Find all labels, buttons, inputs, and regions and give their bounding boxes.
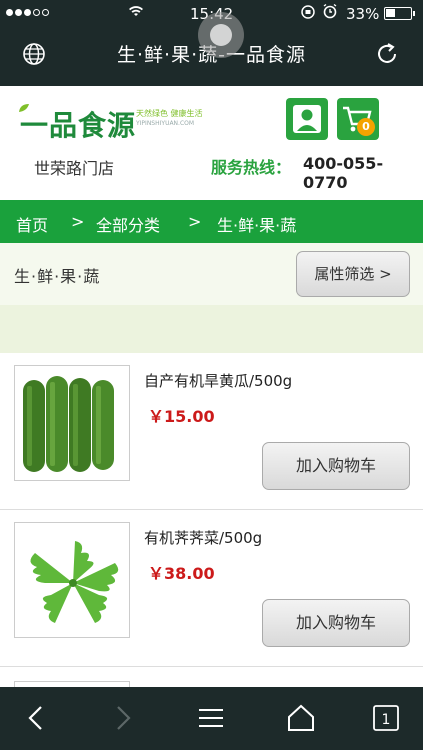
- back-icon[interactable]: [20, 701, 54, 735]
- menu-icon[interactable]: [194, 701, 228, 735]
- rotation-lock-icon: [300, 4, 316, 24]
- product-name[interactable]: 自产有机旱黄瓜/500g: [144, 370, 292, 391]
- product-name[interactable]: 有机荠荠菜/500g: [144, 527, 262, 548]
- signal-dots-icon: [6, 9, 49, 16]
- user-button[interactable]: [286, 98, 328, 140]
- add-to-cart-button[interactable]: 加入购物车: [262, 599, 410, 647]
- breadcrumb-separator: >: [188, 212, 202, 231]
- product-item-partial: [0, 667, 423, 687]
- logo-slogan: 天然绿色 健康生活: [136, 109, 203, 118]
- add-to-cart-button[interactable]: 加入购物车: [262, 442, 410, 490]
- tabs-icon[interactable]: 1: [369, 701, 403, 735]
- breadcrumb-separator: >: [71, 212, 85, 231]
- category-label: 生·鲜·果·蔬: [14, 267, 101, 286]
- product-image-cucumber[interactable]: [14, 365, 130, 481]
- logo[interactable]: 一品食源 天然绿色 健康生活 YIPINSHIYUAN.COM: [18, 98, 218, 142]
- product-item[interactable]: 自产有机旱黄瓜/500g ￥15.00 加入购物车: [0, 353, 423, 510]
- breadcrumb: 首页 > 全部分类 > 生·鲜·果·蔬: [0, 200, 423, 243]
- refresh-icon[interactable]: [374, 41, 400, 67]
- svg-text:1: 1: [382, 712, 391, 728]
- hotline-label: 服务热线：: [211, 158, 292, 177]
- breadcrumb-home[interactable]: 首页: [16, 212, 48, 236]
- store-name: 世荣路门店: [34, 159, 115, 178]
- forward-icon[interactable]: [105, 701, 139, 735]
- breadcrumb-current[interactable]: 生·鲜·果·蔬: [217, 212, 296, 236]
- logo-text: 一品食源: [20, 109, 137, 142]
- battery-percent: 33%: [346, 5, 380, 23]
- attribute-filter-button[interactable]: 属性筛选 >: [296, 251, 410, 297]
- product-price: ￥15.00: [148, 407, 215, 426]
- hotline-number[interactable]: 400-055-0770: [303, 154, 423, 192]
- cart-count-badge: 0: [357, 118, 375, 136]
- alarm-icon: [322, 3, 338, 23]
- browser-toolbar: 1: [0, 687, 423, 750]
- spacer-band: [0, 305, 423, 353]
- user-icon: [286, 105, 328, 144]
- assistive-touch-button[interactable]: [198, 12, 244, 58]
- filter-bar: 生·鲜·果·蔬 属性筛选 >: [0, 243, 423, 305]
- battery-icon: [384, 7, 415, 20]
- product-image-shepherds-purse[interactable]: [14, 522, 130, 638]
- wifi-icon: [128, 4, 144, 22]
- home-icon[interactable]: [284, 701, 318, 735]
- breadcrumb-all-categories[interactable]: 全部分类: [96, 212, 160, 236]
- product-item[interactable]: 有机荠荠菜/500g ￥38.00 加入购物车: [0, 510, 423, 667]
- logo-domain: YIPINSHIYUAN.COM: [136, 120, 195, 127]
- product-price: ￥38.00: [148, 564, 215, 583]
- store-header: 一品食源 天然绿色 健康生活 YIPINSHIYUAN.COM 0 世荣路门店 …: [0, 86, 423, 200]
- cart-button[interactable]: 0: [337, 98, 379, 140]
